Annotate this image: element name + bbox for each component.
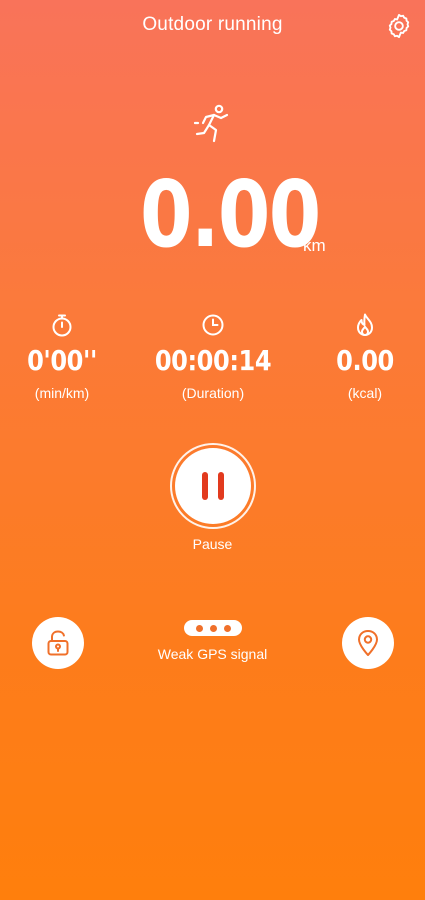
stopwatch-icon [52, 314, 72, 337]
pause-icon [202, 472, 224, 500]
duration-value: 00:00:14 [154, 344, 272, 377]
calories-stat: 0.00 (kcal) [295, 312, 425, 401]
gps-signal-dot [223, 624, 231, 632]
pace-stat: 0'00'' (min/km) [0, 312, 132, 401]
distance-display: 0.00 km [0, 160, 425, 270]
location-pin-icon [358, 630, 378, 656]
pause-label: Pause [192, 536, 233, 552]
location-button[interactable] [342, 617, 394, 669]
flame-icon [357, 313, 373, 336]
running-person-icon [194, 104, 229, 143]
gps-signal-dot [209, 624, 217, 632]
clock-icon [202, 314, 224, 336]
distance-value: 0.00 [140, 161, 321, 268]
gps-signal-dot [195, 624, 203, 632]
pace-value: 0'00'' [27, 344, 97, 377]
pace-label: (min/km) [34, 385, 90, 401]
calories-value: 0.00 [336, 344, 394, 377]
calories-label: (kcal) [347, 385, 383, 401]
duration-stat: 00:00:14 (Duration) [143, 312, 283, 401]
duration-label: (Duration) [181, 385, 245, 401]
page-title: Outdoor running [142, 14, 283, 35]
gps-signal-indicator [184, 620, 242, 636]
settings-button[interactable] [385, 12, 413, 40]
gear-icon [388, 13, 410, 39]
pause-button-ring [170, 443, 256, 529]
distance-unit: km [303, 236, 326, 255]
pause-button[interactable] [175, 448, 251, 524]
run-tracking-screen: Outdoor running 0.00 km 0'00'' (min/km) [0, 0, 425, 900]
